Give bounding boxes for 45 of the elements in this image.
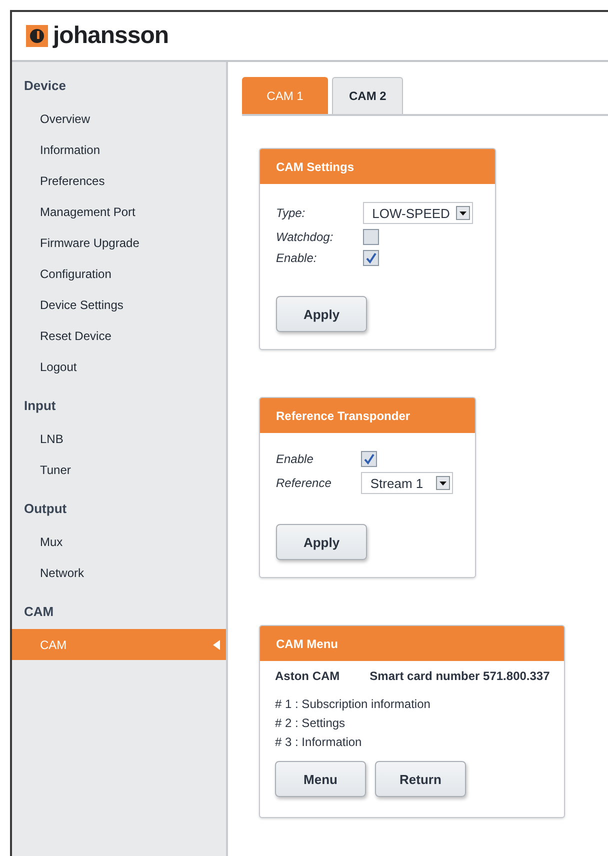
- sidebar-heading: Device: [23, 77, 67, 95]
- sidebar-heading: Output: [23, 500, 68, 518]
- card-number: Smart card number 571.800.337: [370, 669, 550, 683]
- sidebar-item[interactable]: Device Settings: [12, 289, 226, 320]
- checkbox[interactable]: [363, 250, 380, 266]
- sidebar-heading: CAM: [23, 603, 55, 621]
- sidebar-item[interactable]: Overview: [12, 103, 226, 134]
- sidebar-item[interactable]: Logout: [12, 351, 226, 382]
- field-label: Reference: [276, 476, 332, 490]
- sidebar-item[interactable]: Preferences: [12, 165, 226, 196]
- dropdown[interactable]: Stream 1: [361, 472, 454, 494]
- field-label: Enable:: [276, 251, 317, 265]
- menu-line: # 1 : Subscription information: [275, 697, 432, 711]
- field-label: Type:: [276, 206, 306, 220]
- menu-line: # 2 : Settings: [275, 716, 346, 730]
- panel-title: Reference Transponder: [260, 398, 476, 433]
- panel-button[interactable]: Menu: [275, 761, 366, 797]
- sidebar-item[interactable]: Tuner: [12, 454, 226, 485]
- sidebar-item[interactable]: Mux: [12, 526, 226, 557]
- sidebar-item[interactable]: Configuration: [12, 258, 226, 289]
- checkbox[interactable]: [361, 451, 378, 467]
- sidebar-item[interactable]: Reset Device: [12, 320, 226, 351]
- checkbox[interactable]: [363, 229, 380, 245]
- cam-name: Aston CAM: [275, 669, 340, 683]
- caret-icon: [213, 640, 220, 650]
- panel-button[interactable]: Apply: [276, 524, 367, 560]
- panel-button[interactable]: Apply: [276, 296, 367, 332]
- panel-title: CAM Settings: [260, 149, 495, 184]
- dropdown[interactable]: LOW-SPEED: [363, 202, 473, 224]
- field-label: Enable: [276, 452, 314, 466]
- check-icon: [365, 252, 378, 264]
- check-icon: [363, 453, 376, 465]
- panel-title: CAM Menu: [260, 626, 564, 661]
- sidebar-heading: Input: [23, 397, 57, 415]
- tab[interactable]: CAM 2: [332, 77, 404, 114]
- menu-line: # 3 : Information: [275, 735, 363, 749]
- panel-button[interactable]: Return: [375, 761, 466, 797]
- sidebar-item[interactable]: LNB: [12, 423, 226, 454]
- sidebar-item[interactable]: Management Port: [12, 196, 226, 227]
- field-label: Watchdog:: [276, 230, 334, 244]
- logo-icon: [26, 25, 48, 47]
- sidebar-item[interactable]: Firmware Upgrade: [12, 227, 226, 258]
- brand-name: johansson: [53, 22, 169, 50]
- sidebar-item[interactable]: Information: [12, 134, 226, 165]
- sidebar-item[interactable]: Network: [12, 557, 226, 588]
